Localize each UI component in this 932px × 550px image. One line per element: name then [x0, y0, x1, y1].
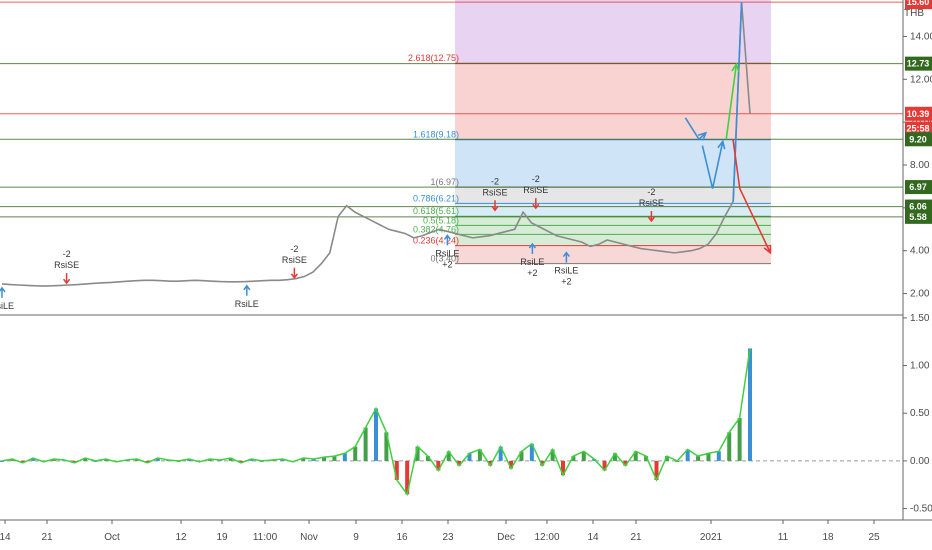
currency-label: THB: [904, 8, 924, 19]
time-axis-label: Oct: [104, 532, 120, 543]
time-axis-label: 25: [868, 532, 880, 543]
signal-count: -2: [290, 244, 298, 254]
oscillator-bar: [353, 446, 358, 461]
signal-count: +2: [527, 268, 537, 278]
signal-label: RsiSE: [54, 260, 79, 270]
oscillator-bar: [727, 432, 732, 461]
time-axis-label: 16: [396, 532, 408, 543]
signal-count: +2: [561, 277, 571, 287]
signal-count: -2: [532, 174, 540, 184]
fib-level-label: 2.618(12.75): [408, 53, 459, 63]
osc-axis-label: 1.50: [910, 313, 930, 324]
price-badge-label: 25:58: [906, 124, 929, 134]
price-axis-label: 12.00: [910, 74, 932, 85]
signal-label: RsiSE: [282, 255, 307, 265]
time-axis-label: 21: [630, 532, 642, 543]
chart-canvas: 0(3.40)0.236(4.24)0.382(4.76)0.5(5.18)0.…: [0, 0, 932, 550]
signal-label: RsiLE: [554, 266, 578, 276]
osc-axis-label: 0.00: [910, 456, 930, 467]
price-badge-label: 10.39: [907, 109, 930, 119]
fib-level-label: 1(6.97): [430, 177, 459, 187]
time-axis-label: 14: [0, 532, 11, 543]
time-axis-label: Nov: [300, 532, 318, 543]
signal-label: RsiLE: [435, 248, 459, 258]
price-axis-label: 4.00: [910, 246, 930, 257]
oscillator-bar: [748, 348, 752, 461]
time-axis-label: 11:00: [253, 532, 278, 543]
time-axis-label: Dec: [497, 532, 515, 543]
fib-band: [455, 203, 771, 217]
oscillator-bar: [363, 427, 368, 461]
osc-axis-label: -0.50: [910, 504, 932, 515]
signal-label: RsiLE: [0, 301, 14, 311]
signal-label: RsiLE: [520, 257, 544, 267]
fib-level-label: 0.618(5.61): [413, 206, 459, 216]
oscillator-bar: [374, 408, 378, 461]
fib-level-label: 0.786(6.21): [413, 193, 459, 203]
time-axis-label: 23: [442, 532, 454, 543]
fib-level-label: 1.618(9.18): [413, 130, 459, 140]
signal-label: RsiSE: [523, 185, 548, 195]
price-badge-label: 12.73: [907, 59, 930, 69]
price-badge-label: 9.20: [909, 134, 927, 144]
time-axis-label: 12:00: [534, 532, 559, 543]
time-axis-label: 9: [353, 532, 359, 543]
osc-axis-label: 0.50: [910, 408, 930, 419]
signal-count: -2: [647, 187, 655, 197]
time-axis-label: 2021: [700, 532, 723, 543]
time-axis-label: 14: [587, 532, 599, 543]
price-axis-label: 14.00: [910, 31, 932, 42]
signal-count: -2: [491, 176, 499, 186]
time-axis-label: 18: [822, 532, 834, 543]
fib-band: [455, 245, 771, 264]
signal-label: RsiLE: [235, 299, 259, 309]
fib-band: [455, 0, 771, 64]
oscillator-bar: [716, 451, 721, 461]
time-axis-label: 11: [778, 532, 789, 543]
signal-count: -2: [63, 249, 71, 259]
time-axis-label: 21: [41, 532, 53, 543]
price-badge-label: 15.60: [907, 0, 930, 7]
price-badge-label: 6.97: [909, 182, 927, 192]
signal-count: +2: [442, 259, 452, 269]
signal-label: RsiSE: [639, 198, 664, 208]
time-axis-label: 12: [175, 532, 187, 543]
price-badge-label: 5.58: [909, 212, 927, 222]
time-axis-label: 19: [216, 532, 228, 543]
price-axis-label: 2.00: [910, 289, 930, 300]
fib-band: [455, 63, 771, 140]
signal-label: RsiSE: [482, 187, 507, 197]
osc-axis-label: 1.00: [910, 361, 930, 372]
fib-band: [455, 234, 771, 246]
oscillator-bar: [737, 418, 742, 461]
price-axis-label: 8.00: [910, 160, 930, 171]
